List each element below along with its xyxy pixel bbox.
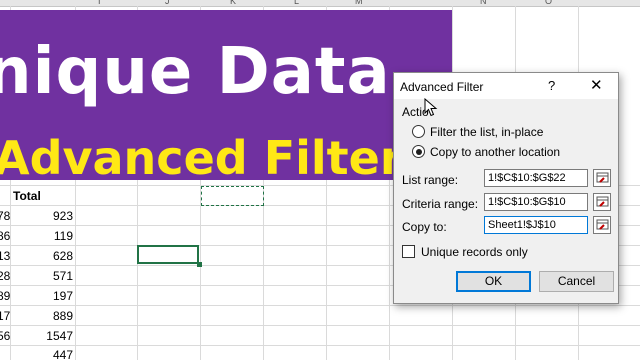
table-cell[interactable]: 56 <box>0 329 10 343</box>
table-cell[interactable]: 197 <box>10 289 73 303</box>
unique-records-checkbox[interactable]: Unique records only <box>402 245 528 259</box>
table-cell[interactable]: 447 <box>10 348 73 360</box>
table-cell[interactable]: 28 <box>0 269 10 283</box>
radio-selected-icon[interactable] <box>412 145 425 158</box>
close-button[interactable]: ✕ <box>590 76 603 94</box>
radio-label: Copy to another location <box>430 145 561 159</box>
title-banner: nique Data Advanced Filter <box>0 10 452 185</box>
total-header[interactable]: Total <box>13 189 41 203</box>
range-select-icon <box>596 219 609 230</box>
table-cell[interactable]: 1547 <box>10 329 73 343</box>
radio-filter-in-place[interactable]: Filter the list, in-place <box>412 125 543 141</box>
grid-line <box>0 345 640 346</box>
table-cell[interactable]: 78 <box>0 209 10 223</box>
table-cell[interactable]: 86 <box>0 229 10 243</box>
fill-handle[interactable] <box>197 262 202 267</box>
column-letter[interactable]: L <box>294 0 299 6</box>
grid-line <box>0 305 640 306</box>
column-letter[interactable]: N <box>480 0 487 6</box>
checkbox-label: Unique records only <box>421 245 528 259</box>
mouse-pointer-icon <box>424 98 438 117</box>
column-header-row[interactable] <box>0 0 640 7</box>
column-letter[interactable]: O <box>545 0 552 6</box>
radio-icon[interactable] <box>412 125 425 138</box>
copy-to-label: Copy to: <box>402 220 447 234</box>
radio-label: Filter the list, in-place <box>430 125 544 139</box>
table-cell[interactable]: 119 <box>10 229 73 243</box>
column-letter[interactable]: J <box>165 0 170 6</box>
checkbox-icon[interactable] <box>402 245 415 258</box>
column-letter[interactable]: K <box>230 0 236 6</box>
criteria-range-input[interactable] <box>484 193 588 211</box>
criteria-range-label: Criteria range: <box>402 197 479 211</box>
table-cell[interactable]: 89 <box>0 289 10 303</box>
dialog-titlebar[interactable]: Advanced Filter ? ✕ <box>394 73 618 99</box>
range-select-icon <box>596 172 609 183</box>
column-letter[interactable]: M <box>355 0 363 6</box>
cancel-button[interactable]: Cancel <box>539 271 614 292</box>
grid-line <box>0 325 640 326</box>
table-cell[interactable]: 17 <box>0 309 10 323</box>
list-range-input[interactable] <box>484 169 588 187</box>
table-cell[interactable]: 571 <box>10 269 73 283</box>
criteria-range-collapse-button[interactable] <box>593 193 611 211</box>
list-range-label: List range: <box>402 173 459 187</box>
copy-to-input[interactable] <box>484 216 588 234</box>
ok-button[interactable]: OK <box>456 271 531 292</box>
dialog-title: Advanced Filter <box>400 80 484 94</box>
table-cell[interactable]: 628 <box>10 249 73 263</box>
table-cell[interactable]: 13 <box>0 249 10 263</box>
range-select-icon <box>596 196 609 207</box>
copy-to-collapse-button[interactable] <box>593 216 611 234</box>
list-range-collapse-button[interactable] <box>593 169 611 187</box>
table-cell[interactable]: 889 <box>10 309 73 323</box>
active-cell[interactable] <box>137 245 199 264</box>
copy-marquee <box>201 186 264 206</box>
banner-title: nique Data <box>0 35 391 109</box>
column-letter[interactable]: I <box>98 0 101 6</box>
table-cell[interactable]: 923 <box>10 209 73 223</box>
help-button[interactable]: ? <box>548 78 555 93</box>
banner-subtitle: Advanced Filter <box>0 131 403 185</box>
radio-copy-to-location[interactable]: Copy to another location <box>412 145 560 161</box>
